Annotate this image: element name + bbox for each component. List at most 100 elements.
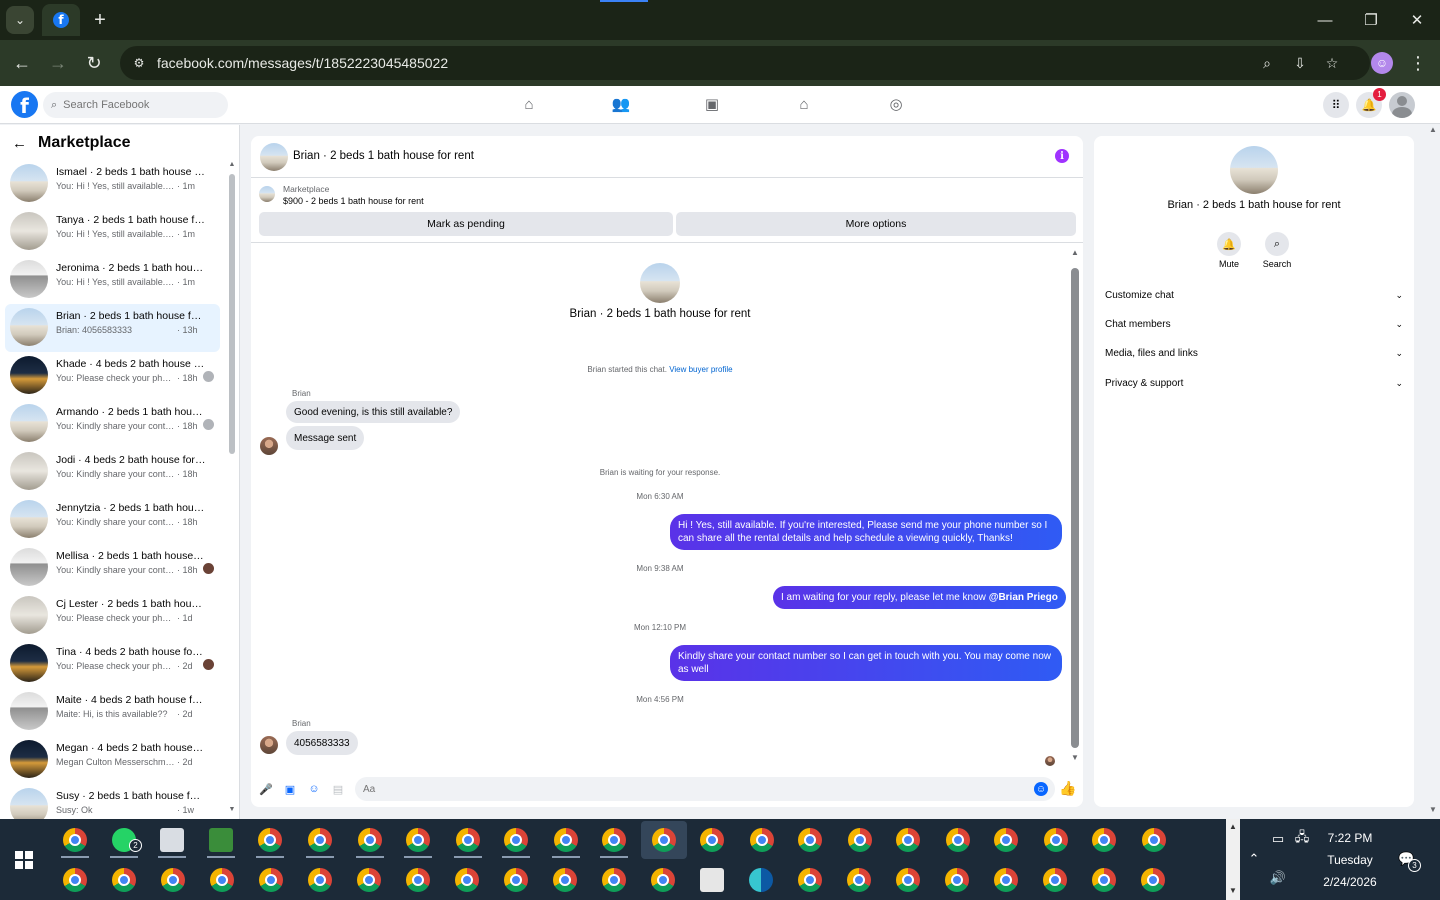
restore-button[interactable]: ❐ [1359,8,1383,32]
chrome-taskbar-icon[interactable] [63,828,87,852]
chat-scrollbar[interactable]: ▲ ▼ [1069,248,1081,768]
chrome-taskbar-icon[interactable] [161,868,185,892]
chrome-taskbar-icon[interactable] [63,868,87,892]
outgoing-message[interactable]: Kindly share your contact number so I ca… [670,645,1062,681]
scroll-up-arrow-icon[interactable]: ▲ [1228,822,1238,831]
chrome-taskbar-icon[interactable] [456,828,480,852]
back-arrow-icon[interactable]: ← [10,51,34,75]
edge-taskbar-icon[interactable] [749,868,773,892]
minimize-button[interactable]: — [1313,8,1337,32]
conversation-item[interactable]: Cj Lester · 2 beds 1 bath house for rent… [5,592,220,640]
chrome-taskbar-icon[interactable] [358,828,382,852]
conversation-item[interactable]: Mellisa · 2 beds 1 bath house for rent Yo… [5,544,220,592]
chrome-taskbar-icon[interactable] [504,868,528,892]
chrome-taskbar-icon[interactable] [406,868,430,892]
network-icon[interactable]: 🖧 [1293,829,1311,848]
gif-icon[interactable]: ▤ [331,782,345,796]
chrome-taskbar-icon[interactable] [1043,868,1067,892]
friends-icon[interactable]: 👥 [610,93,632,115]
tab-facebook[interactable]: f [42,4,80,36]
chrome-taskbar-icon[interactable] [798,828,822,852]
chrome-taskbar-icon[interactable] [554,828,578,852]
chrome-taskbar-icon[interactable] [847,868,871,892]
incoming-message[interactable]: Good evening, is this still available? [286,401,461,423]
chrome-taskbar-icon[interactable] [798,868,822,892]
chrome-taskbar-icon[interactable] [896,868,920,892]
mark-as-pending-button[interactable]: Mark as pending [259,212,673,236]
reload-icon[interactable]: ↻ [82,51,106,75]
conversation-item[interactable]: Brian · 2 beds 1 bath house for rent Bria… [5,304,220,352]
forward-arrow-icon[interactable]: → [46,51,70,75]
chrome-taskbar-icon[interactable] [308,828,332,852]
conversation-item[interactable]: Ismael · 2 beds 1 bath house for rent You… [5,160,220,208]
camera-icon[interactable]: ▭ [1269,830,1287,848]
thumbs-up-icon[interactable]: 👍 [1059,780,1076,796]
close-window-button[interactable]: ✕ [1405,8,1429,32]
scroll-up-arrow-icon[interactable]: ▲ [1428,125,1438,134]
chrome-taskbar-icon[interactable] [945,868,969,892]
chrome-taskbar-icon[interactable] [308,868,332,892]
chrome-taskbar-icon[interactable] [1044,828,1068,852]
taskbar-scrollbar[interactable]: ▲ ▼ [1226,819,1240,900]
view-buyer-profile-link[interactable]: View buyer profile [669,365,732,374]
info-icon[interactable]: i [1055,149,1069,163]
chrome-taskbar-icon[interactable] [994,868,1018,892]
chrome-taskbar-icon[interactable] [1141,868,1165,892]
list-scroll-thumb[interactable] [229,174,235,454]
outgoing-message[interactable]: I am waiting for your reply, please let … [773,586,1066,609]
search-action[interactable]: ⌕ Search [1257,232,1297,269]
conversation-item[interactable]: Armando · 2 beds 1 bath house for rent Yo… [5,400,220,448]
customize-chat-section[interactable]: Customize chat ⌄ [1105,286,1403,304]
scroll-down-arrow-icon[interactable]: ▼ [1071,753,1079,762]
notepad-taskbar-icon[interactable] [209,828,233,852]
new-tab-button[interactable]: + [88,8,112,32]
page-scrollbar[interactable]: ▲ ▼ [1426,125,1440,819]
chrome-taskbar-icon[interactable] [602,868,626,892]
menu-grid-icon[interactable]: ⠿ [1323,92,1349,118]
chrome-taskbar-icon[interactable] [258,828,282,852]
groups-icon[interactable]: ◎ [885,93,907,115]
install-app-icon[interactable]: ⇩ [1290,53,1310,73]
sender-avatar[interactable] [260,437,278,455]
system-clock[interactable]: 7:22 PM Tuesday 2/24/2026 [1310,827,1390,893]
outgoing-message[interactable]: Hi ! Yes, still available. If you're int… [670,514,1062,550]
scroll-down-arrow-icon[interactable]: ▼ [1228,886,1238,895]
more-options-button[interactable]: More options [676,212,1076,236]
scroll-up-arrow-icon[interactable]: ▲ [228,160,236,168]
bell-icon[interactable]: 🔔 [1217,232,1241,256]
list-scrollbar[interactable]: ▲ ▼ [228,160,236,815]
mute-action[interactable]: 🔔 Mute [1209,232,1249,269]
chrome-taskbar-icon[interactable] [946,828,970,852]
incoming-message[interactable]: 4056583333 [286,731,358,755]
home-icon[interactable]: ⌂ [518,93,540,115]
notifications-bell-icon[interactable]: 🔔 1 [1356,88,1386,118]
conversation-item[interactable]: Khade · 4 beds 2 bath house for rent You:… [5,352,220,400]
video-icon[interactable]: ▣ [701,93,723,115]
chrome-taskbar-icon[interactable] [504,828,528,852]
chrome-taskbar-icon[interactable] [1092,828,1116,852]
show-hidden-icons-chevron-icon[interactable]: ⌃ [1245,850,1263,868]
sticker-icon[interactable]: ☺ [307,782,321,796]
chrome-taskbar-icon[interactable] [994,828,1018,852]
account-avatar[interactable] [1389,92,1415,118]
chrome-taskbar-icon[interactable] [602,828,626,852]
browser-profile-avatar[interactable]: ☺ [1371,52,1393,74]
site-settings-icon[interactable]: ⚙ [130,54,148,72]
address-bar[interactable]: ⚙ facebook.com/messages/t/18522230454850… [120,46,1370,80]
photo-icon[interactable]: ▣ [283,782,297,796]
bookmark-star-icon[interactable]: ☆ [1322,53,1342,73]
keyboard-taskbar-icon[interactable] [700,868,724,892]
zoom-icon[interactable]: ⌕ [1257,53,1277,73]
chrome-taskbar-icon[interactable] [1142,828,1166,852]
conversation-item[interactable]: Jennytzia · 2 beds 1 bath house for rent… [5,496,220,544]
windows-start-icon[interactable] [15,851,33,869]
incoming-message[interactable]: Message sent [286,426,365,450]
scroll-down-arrow-icon[interactable]: ▼ [1428,805,1438,814]
chrome-taskbar-icon[interactable] [652,828,676,852]
chat-title[interactable]: Brian · 2 beds 1 bath house for rent [293,150,474,162]
browser-menu-icon[interactable]: ⋮ [1408,51,1428,75]
search-icon[interactable]: ⌕ [1265,232,1289,256]
chrome-taskbar-icon[interactable] [455,868,479,892]
chrome-taskbar-icon[interactable] [406,828,430,852]
mention-tag[interactable]: @Brian Priego [989,592,1058,603]
